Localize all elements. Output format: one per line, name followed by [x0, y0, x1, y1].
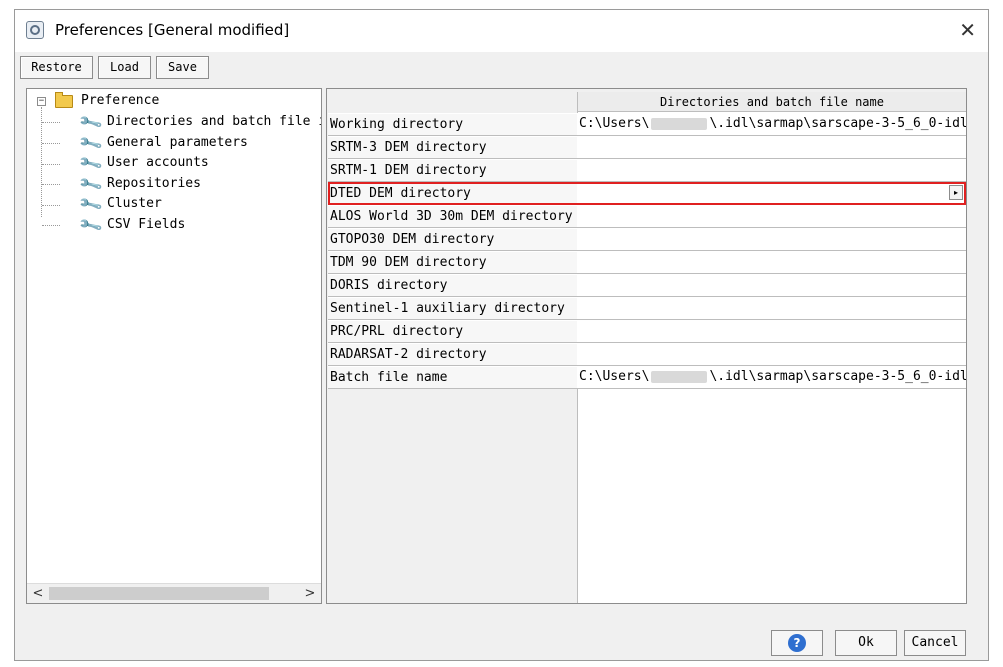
restore-button[interactable]: Restore — [20, 56, 93, 79]
row-label[interactable]: SRTM-1 DEM directory — [328, 159, 577, 182]
path-suffix: \.idl\sarmap\sarscape-3-5_6_0-idl_i — [709, 369, 966, 384]
row-label[interactable]: Batch file name — [328, 366, 577, 389]
row-label[interactable]: DTED DEM directory — [328, 182, 577, 205]
redacted-username — [651, 117, 708, 130]
tree-root-label: Preference — [81, 93, 160, 108]
tree-item-label: Cluster — [107, 196, 162, 211]
row-value[interactable]: ▸ — [577, 182, 966, 205]
window-title: Preferences [General modified] — [55, 21, 290, 39]
tree-branch-line — [42, 205, 60, 206]
tree-item-label: Directories and batch file i — [107, 114, 322, 129]
browse-arrow-icon[interactable]: ▸ — [949, 185, 963, 200]
load-button[interactable]: Load — [98, 56, 151, 79]
row-label[interactable]: Working directory — [328, 113, 577, 136]
tree-item-label: User accounts — [107, 155, 209, 170]
row-value[interactable] — [577, 251, 966, 274]
help-button[interactable]: ? — [771, 630, 823, 656]
tree-connector — [41, 107, 42, 217]
row-label[interactable]: Sentinel-1 auxiliary directory — [328, 297, 577, 320]
help-icon: ? — [788, 634, 806, 652]
wrench-icon: 🔧 — [77, 212, 105, 239]
row-label[interactable]: PRC/PRL directory — [328, 320, 577, 343]
row-value[interactable] — [577, 136, 966, 159]
row-label[interactable]: SRTM-3 DEM directory — [328, 136, 577, 159]
preference-tree: − Preference 🔧 Directories and batch fil… — [26, 88, 322, 604]
preferences-window: Preferences [General modified] ✕ Restore… — [14, 9, 989, 661]
row-label[interactable]: GTOPO30 DEM directory — [328, 228, 577, 251]
tree-branch-line — [42, 143, 60, 144]
path-suffix: \.idl\sarmap\sarscape-3-5_6_0-idl_i — [709, 116, 966, 131]
row-value[interactable] — [577, 205, 966, 228]
row-label[interactable]: ALOS World 3D 30m DEM directory — [328, 205, 577, 228]
row-value[interactable]: C:\Users\ \.idl\sarmap\sarscape-3-5_6_0-i… — [577, 366, 966, 389]
column-header: Directories and batch file name — [577, 92, 966, 112]
ok-button[interactable]: Ok — [835, 630, 897, 656]
row-value[interactable] — [577, 320, 966, 343]
row-value[interactable] — [577, 228, 966, 251]
title-bar: Preferences [General modified] ✕ — [15, 10, 988, 52]
tree-item-label: General parameters — [107, 135, 248, 150]
tree-branch-line — [42, 122, 60, 123]
tree-item-label: CSV Fields — [107, 217, 186, 232]
folder-open-icon — [55, 92, 73, 108]
dialog-buttons: ? Ok Cancel — [15, 610, 988, 662]
row-value[interactable] — [577, 297, 966, 320]
horizontal-scrollbar[interactable]: < > — [27, 583, 321, 603]
row-value[interactable] — [577, 159, 966, 182]
row-value[interactable] — [577, 274, 966, 297]
close-icon[interactable]: ✕ — [959, 16, 976, 44]
scroll-right-icon[interactable]: > — [301, 584, 319, 603]
save-button[interactable]: Save — [156, 56, 209, 79]
row-label[interactable]: DORIS directory — [328, 274, 577, 297]
row-label[interactable]: RADARSAT-2 directory — [328, 343, 577, 366]
tree-item-label: Repositories — [107, 176, 201, 191]
row-value[interactable] — [577, 343, 966, 366]
row-label[interactable]: TDM 90 DEM directory — [328, 251, 577, 274]
path-prefix: C:\Users\ — [579, 369, 650, 384]
app-icon — [26, 21, 44, 39]
tree-branch-line — [42, 164, 60, 165]
properties-grid: Directories and batch file name Working … — [326, 88, 967, 604]
collapse-icon[interactable]: − — [37, 97, 46, 106]
scrollbar-thumb[interactable] — [49, 587, 269, 600]
scroll-left-icon[interactable]: < — [29, 584, 47, 603]
row-value[interactable]: C:\Users\ \.idl\sarmap\sarscape-3-5_6_0-i… — [577, 113, 966, 136]
redacted-username — [651, 370, 708, 383]
tree-branch-line — [42, 184, 60, 185]
path-prefix: C:\Users\ — [579, 116, 650, 131]
tree-branch-line — [42, 225, 60, 226]
cancel-button[interactable]: Cancel — [904, 630, 966, 656]
